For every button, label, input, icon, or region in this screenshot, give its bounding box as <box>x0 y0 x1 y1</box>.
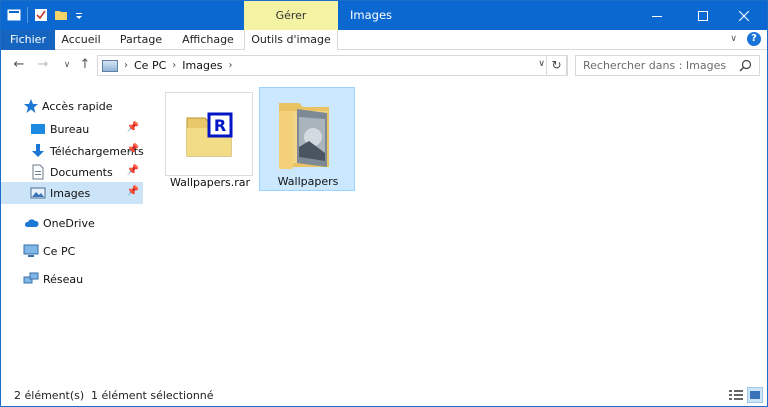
nav-item-reseau[interactable]: Réseau <box>1 268 143 290</box>
file-item[interactable]: Wallpapers <box>259 87 355 191</box>
close-icon <box>739 10 749 21</box>
pin-icon[interactable]: 📌 <box>127 165 139 176</box>
maximize-button[interactable] <box>680 1 726 30</box>
minimize-icon <box>652 15 662 17</box>
download-icon <box>32 144 44 157</box>
help-icon[interactable]: ? <box>747 32 761 46</box>
item-count: 2 élément(s) <box>14 389 85 402</box>
up-arrow-icon[interactable]: ↑ <box>77 57 93 73</box>
file-list: R Wallpapers.rar Wallpapers <box>146 85 766 381</box>
network-icon <box>23 272 39 284</box>
pin-icon[interactable]: 📌 <box>127 144 139 155</box>
image-folder-icon <box>263 91 351 175</box>
breadcrumb-images[interactable]: Images <box>182 59 222 72</box>
address-row: ← → ∨ ↑ › Ce PC › Images › ∨ ↻ <box>1 51 767 79</box>
chevron-right-icon[interactable]: › <box>228 60 232 71</box>
tab-fichier[interactable]: Fichier <box>1 30 55 50</box>
nav-item-telechargements[interactable]: Téléchargements 📌 <box>1 140 144 162</box>
customize-qat-icon[interactable] <box>74 8 88 22</box>
tab-outils-image[interactable]: Outils d'image <box>244 30 338 50</box>
search-input[interactable] <box>576 56 731 75</box>
file-name: Wallpapers <box>277 175 339 188</box>
breadcrumb-ce-pc[interactable]: Ce PC <box>134 59 166 72</box>
new-folder-icon[interactable] <box>54 8 68 22</box>
back-arrow-icon[interactable]: ← <box>11 57 27 73</box>
status-bar: 2 élément(s) 1 élément sélectionné <box>1 384 767 406</box>
pin-icon[interactable]: 📌 <box>127 122 139 133</box>
ribbon-controls: ∨ ? <box>730 32 761 46</box>
qat-separator <box>27 7 28 23</box>
explorer-window: Gérer Images Fichier Accueil Partage Aff… <box>0 0 768 407</box>
cloud-icon <box>24 219 39 227</box>
address-bar[interactable]: › Ce PC › Images › ∨ <box>97 55 568 76</box>
large-icons-view-icon[interactable] <box>747 387 763 403</box>
pictures-icon <box>30 187 46 199</box>
nav-item-ce-pc[interactable]: Ce PC <box>1 240 143 262</box>
quick-access-toolbar <box>7 7 88 23</box>
details-view-icon[interactable] <box>728 387 744 403</box>
navigation-pane: Accès rapide Bureau 📌 Téléchargements 📌 … <box>1 85 144 381</box>
nav-item-onedrive[interactable]: OneDrive <box>1 212 143 234</box>
maximize-icon <box>698 10 708 21</box>
pictures-location-icon <box>102 59 118 72</box>
properties-icon[interactable] <box>7 8 21 22</box>
desktop-icon <box>31 124 45 134</box>
search-box[interactable] <box>575 55 760 76</box>
address-dropdown-icon[interactable]: ∨ <box>538 59 545 69</box>
document-icon <box>32 164 44 180</box>
context-tab-title: Gérer <box>244 1 338 30</box>
close-button[interactable] <box>721 1 767 30</box>
rar-archive-icon: R <box>165 92 253 176</box>
forward-arrow-icon[interactable]: → <box>35 57 51 73</box>
chevron-right-icon[interactable]: › <box>124 60 128 71</box>
file-item[interactable]: R Wallpapers.rar <box>162 89 258 193</box>
file-name: Wallpapers.rar <box>169 176 251 189</box>
search-icon[interactable] <box>739 59 752 72</box>
svg-text:R: R <box>214 116 226 135</box>
checkmark-icon[interactable] <box>34 8 48 22</box>
tab-affichage[interactable]: Affichage <box>177 30 239 50</box>
minimize-button[interactable] <box>634 1 680 30</box>
refresh-icon[interactable]: ↻ <box>546 55 567 76</box>
window-title: Images <box>350 8 393 22</box>
nav-item-bureau[interactable]: Bureau 📌 <box>1 118 143 140</box>
computer-icon <box>23 244 39 257</box>
chevron-right-icon[interactable]: › <box>172 60 176 71</box>
pin-icon[interactable]: 📌 <box>127 186 139 197</box>
title-bar: Gérer Images <box>1 1 767 30</box>
star-icon <box>24 99 38 113</box>
selection-count: 1 élément sélectionné <box>91 389 214 402</box>
ribbon-tab-row: Fichier Accueil Partage Affichage Outils… <box>1 30 767 50</box>
nav-item-documents[interactable]: Documents 📌 <box>1 161 143 183</box>
recent-locations-icon[interactable]: ∨ <box>59 57 75 73</box>
expand-ribbon-icon[interactable]: ∨ <box>730 34 737 44</box>
nav-item-acces-rapide[interactable]: Accès rapide <box>1 95 143 117</box>
tab-partage[interactable]: Partage <box>115 30 167 50</box>
tab-accueil[interactable]: Accueil <box>57 30 105 50</box>
nav-item-images[interactable]: Images 📌 <box>1 182 143 204</box>
